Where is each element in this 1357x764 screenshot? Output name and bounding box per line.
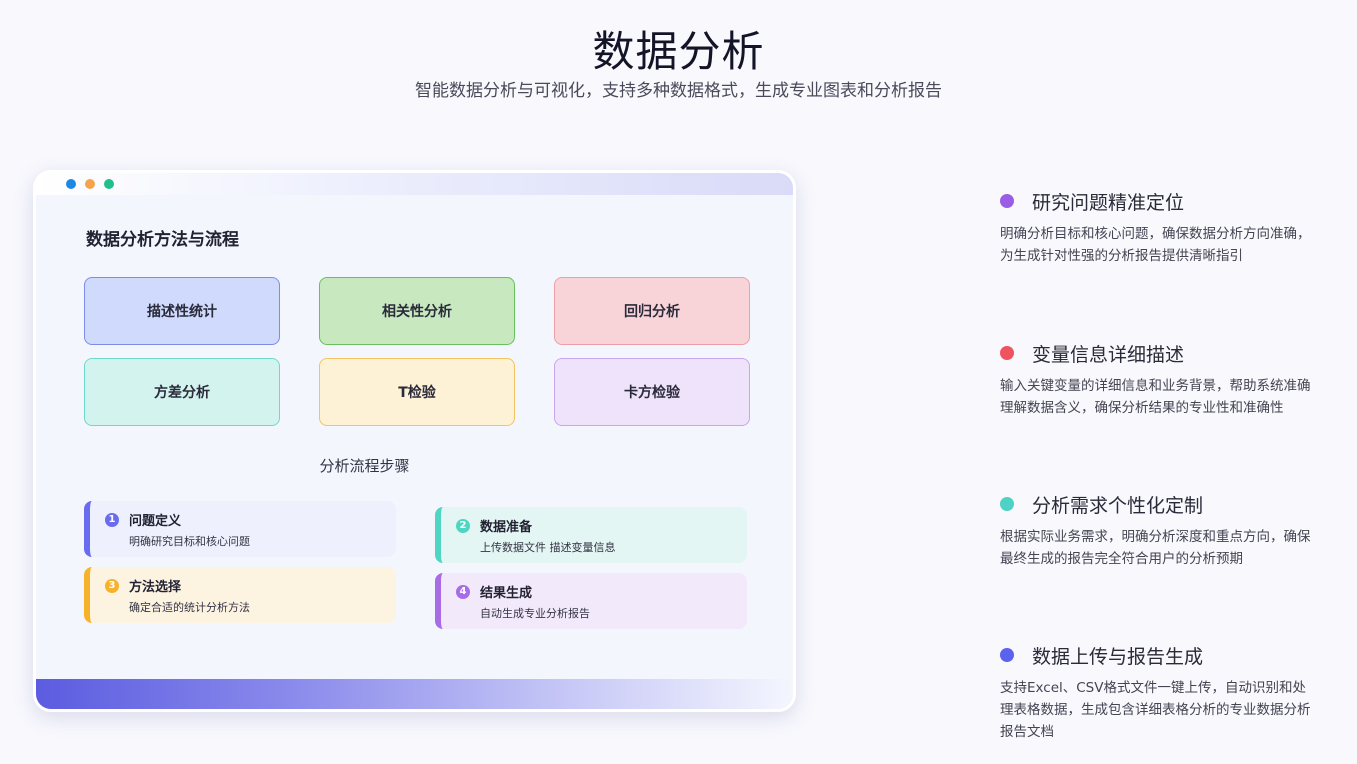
step-description: 确定合适的统计分析方法: [129, 601, 250, 614]
step-description: 自动生成专业分析报告: [480, 607, 590, 620]
bullet-dot-icon: [1000, 346, 1014, 360]
step-data-preparation[interactable]: 2 数据准备 上传数据文件 描述变量信息: [435, 507, 747, 563]
feature-description: 明确分析目标和核心问题，确保数据分析方向准确，为生成针对性强的分析报告提供清晰指…: [1000, 226, 1311, 264]
card-heading: 数据分析方法与流程: [86, 230, 239, 250]
feature-variable-description: 变量信息详细描述 输入关键变量的详细信息和业务背景，帮助系统准确理解数据含义，确…: [1000, 340, 1320, 419]
bullet-dot-icon: [1000, 497, 1014, 511]
card-gradient-footer: [36, 679, 793, 709]
step-method-selection[interactable]: 3 方法选择 确定合适的统计分析方法: [84, 567, 396, 623]
method-regression-analysis[interactable]: 回归分析: [554, 277, 750, 345]
method-t-test[interactable]: T检验: [319, 358, 515, 426]
feature-title: 分析需求个性化定制: [1032, 494, 1204, 517]
analysis-method-card: 数据分析方法与流程 描述性统计 相关性分析 回归分析 方差分析 T检验 卡方检验…: [33, 170, 796, 712]
step-title: 方法选择: [129, 580, 182, 595]
window-dot-green-icon: [104, 179, 114, 189]
feature-title: 研究问题精准定位: [1032, 191, 1185, 214]
feature-description: 根据实际业务需求，明确分析深度和重点方向，确保最终生成的报告完全符合用户的分析预…: [1000, 529, 1311, 567]
feature-custom-requirements: 分析需求个性化定制 根据实际业务需求，明确分析深度和重点方向，确保最终生成的报告…: [1000, 491, 1320, 570]
method-anova[interactable]: 方差分析: [84, 358, 280, 426]
page-subtitle: 智能数据分析与可视化，支持多种数据格式，生成专业图表和分析报告: [415, 81, 942, 101]
method-chi-square-test[interactable]: 卡方检验: [554, 358, 750, 426]
step-title: 问题定义: [129, 514, 182, 529]
step-title: 数据准备: [480, 520, 533, 535]
feature-description: 输入关键变量的详细信息和业务背景，帮助系统准确理解数据含义，确保分析结果的专业性…: [1000, 378, 1311, 416]
feature-title: 数据上传与报告生成: [1032, 645, 1204, 668]
step-number-badge: 3: [105, 579, 119, 593]
window-dot-orange-icon: [85, 179, 95, 189]
step-result-generation[interactable]: 4 结果生成 自动生成专业分析报告: [435, 573, 747, 629]
feature-upload-and-report: 数据上传与报告生成 支持Excel、CSV格式文件一键上传，自动识别和处理表格数…: [1000, 642, 1320, 743]
steps-heading: 分析流程步骤: [36, 455, 793, 476]
feature-header: 数据上传与报告生成: [1000, 642, 1320, 668]
step-description: 明确研究目标和核心问题: [129, 535, 250, 548]
feature-description: 支持Excel、CSV格式文件一键上传，自动识别和处理表格数据，生成包含详细表格…: [1000, 680, 1311, 740]
method-descriptive-statistics[interactable]: 描述性统计: [84, 277, 280, 345]
step-title: 结果生成: [480, 586, 533, 601]
window-dot-blue-icon: [66, 179, 76, 189]
step-number-badge: 4: [456, 585, 470, 599]
window-titlebar: [36, 173, 793, 195]
step-number-badge: 1: [105, 513, 119, 527]
step-problem-definition[interactable]: 1 问题定义 明确研究目标和核心问题: [84, 501, 396, 557]
page-title: 数据分析: [592, 27, 765, 76]
bullet-dot-icon: [1000, 194, 1014, 208]
bullet-dot-icon: [1000, 648, 1014, 662]
feature-title: 变量信息详细描述: [1032, 343, 1185, 366]
feature-header: 变量信息详细描述: [1000, 340, 1320, 366]
feature-header: 研究问题精准定位: [1000, 188, 1320, 214]
step-number-badge: 2: [456, 519, 470, 533]
method-correlation-analysis[interactable]: 相关性分析: [319, 277, 515, 345]
steps-heading-label: 分析流程步骤: [319, 457, 410, 475]
feature-research-question: 研究问题精准定位 明确分析目标和核心问题，确保数据分析方向准确，为生成针对性强的…: [1000, 188, 1320, 267]
step-description: 上传数据文件 描述变量信息: [480, 541, 616, 554]
feature-header: 分析需求个性化定制: [1000, 491, 1320, 517]
